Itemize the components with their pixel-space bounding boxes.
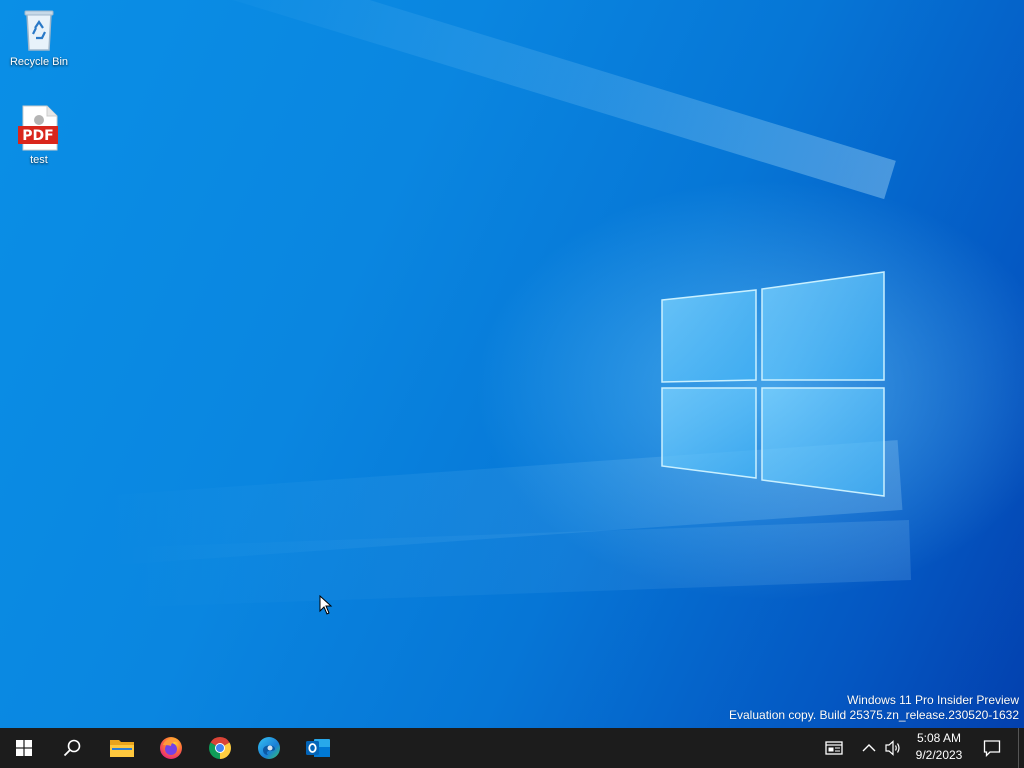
taskbar-app-firefox[interactable] xyxy=(147,728,195,768)
chevron-up-icon xyxy=(862,744,876,752)
taskbar: 5:08 AM 9/2/2023 xyxy=(0,728,1024,768)
outlook-icon xyxy=(306,739,330,757)
taskbar-app-chrome[interactable] xyxy=(196,728,244,768)
desktop-icon-label: Recycle Bin xyxy=(9,56,69,68)
desktop: Recycle Bin PDF test Windows 11 Pro Insi… xyxy=(0,0,1024,728)
pdf-file-icon: PDF xyxy=(15,104,63,152)
recycle-bin-icon xyxy=(15,6,63,54)
watermark-line2: Evaluation copy. Build 25375.zn_release.… xyxy=(729,708,1019,722)
pdf-badge: PDF xyxy=(22,128,54,144)
clock[interactable]: 5:08 AM 9/2/2023 xyxy=(908,730,970,766)
news-widget-button[interactable] xyxy=(818,728,850,768)
mouse-pointer-icon xyxy=(319,595,333,615)
chrome-icon xyxy=(209,737,231,759)
search-icon xyxy=(63,739,81,757)
clock-time: 5:08 AM xyxy=(916,731,962,745)
taskbar-app-file-explorer[interactable] xyxy=(98,728,146,768)
show-hidden-icons-button[interactable] xyxy=(858,728,880,768)
action-center-button[interactable] xyxy=(974,728,1010,768)
notification-icon xyxy=(983,740,1001,757)
clock-date: 9/2/2023 xyxy=(915,748,963,762)
desktop-icon-label: test xyxy=(30,154,48,166)
watermark-line1: Windows 11 Pro Insider Preview xyxy=(847,693,1019,707)
taskbar-app-edge[interactable] xyxy=(245,728,293,768)
desktop-icon-test-pdf[interactable]: PDF test xyxy=(1,104,77,166)
show-desktop-button[interactable] xyxy=(1018,728,1024,768)
taskbar-app-outlook[interactable] xyxy=(294,728,342,768)
volume-icon xyxy=(885,740,900,756)
search-button[interactable] xyxy=(48,728,96,768)
volume-button[interactable] xyxy=(882,728,906,768)
desktop-icon-recycle-bin[interactable]: Recycle Bin xyxy=(1,6,77,68)
start-button[interactable] xyxy=(0,728,48,768)
windows-start-icon xyxy=(16,740,32,756)
edge-icon xyxy=(258,737,280,759)
firefox-icon xyxy=(160,737,182,759)
news-widget-icon xyxy=(825,741,843,755)
light-beam xyxy=(176,0,896,200)
windows-logo-wallpaper xyxy=(661,271,885,497)
evaluation-watermark: Windows 11 Pro Insider Preview Evaluatio… xyxy=(729,693,1019,723)
file-explorer-icon xyxy=(110,740,134,757)
